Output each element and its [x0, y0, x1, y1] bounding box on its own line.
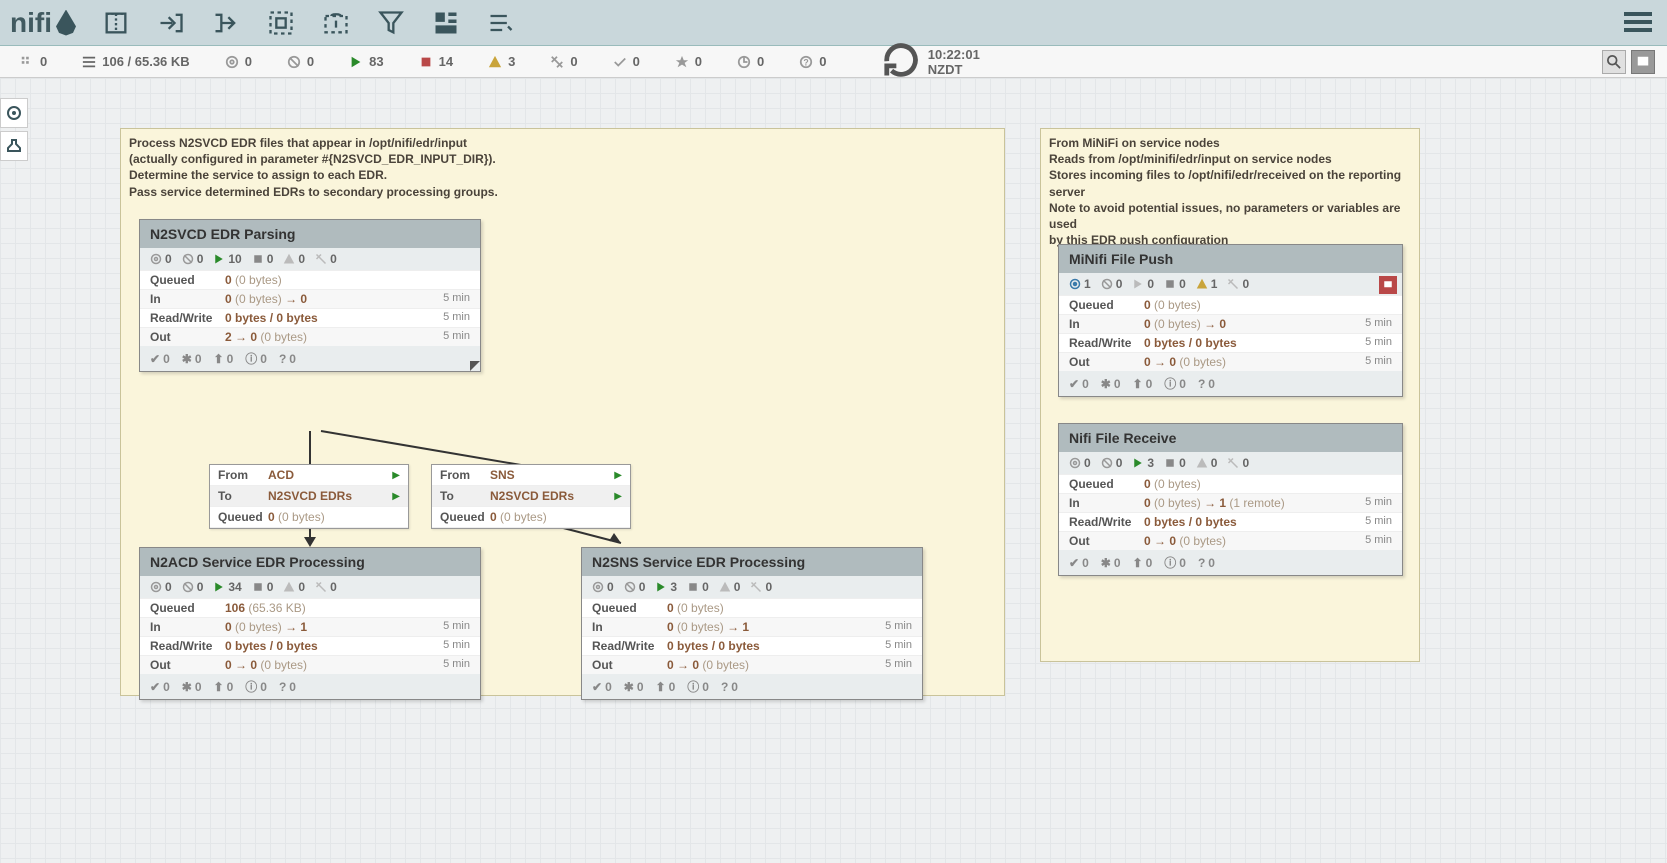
stopped-count: 14 — [419, 54, 453, 69]
bulletin-button[interactable] — [1631, 50, 1655, 74]
add-processor-icon[interactable] — [101, 8, 131, 38]
arrow-head-icon — [304, 537, 316, 547]
add-process-group-icon[interactable] — [266, 8, 296, 38]
operate-button[interactable] — [0, 131, 28, 161]
connector-line — [309, 431, 311, 464]
process-group-footer: ✔ 0 ✱ 0 ⬆ 0 ⓘ 0 ? 0 — [140, 346, 480, 371]
process-group-title: N2ACD Service EDR Processing — [140, 548, 480, 576]
search-button[interactable] — [1602, 50, 1626, 74]
stale-count: 0 — [737, 54, 764, 69]
process-group-title: N2SVCD EDR Parsing — [140, 220, 480, 248]
process-group-body: Queued0 (0 bytes) In0 (0 bytes) → 05 min… — [140, 270, 480, 346]
add-template-icon[interactable] — [431, 8, 461, 38]
running-count: 83 — [349, 54, 383, 69]
resize-handle-icon[interactable] — [470, 361, 480, 371]
component-toolbar: nifi — [0, 0, 1667, 46]
not-transmitting-count: 0 — [287, 54, 314, 69]
play-icon: ▶ — [392, 491, 400, 502]
process-group-status-row: 0 0 10 0 0 0 — [140, 248, 480, 270]
nifi-logo: nifi — [10, 7, 76, 39]
total-queued: 106 / 65.36 KB — [82, 54, 189, 69]
flow-canvas[interactable]: Process N2SVCD EDR files that appear in … — [0, 78, 1667, 863]
process-group-body: Queued0 (0 bytes) In0 (0 bytes) → 05 min… — [1059, 295, 1402, 371]
process-group-minifi-push[interactable]: MiNifi File Push 1 0 0 0 1 0 Queued0 (0 … — [1058, 244, 1403, 397]
process-group-body: Queued106 (65.36 KB) In0 (0 bytes) → 15 … — [140, 598, 480, 674]
bulletin-indicator-icon[interactable] — [1379, 276, 1397, 294]
process-group-n2svcd-parsing[interactable]: N2SVCD EDR Parsing 0 0 10 0 0 0 Queued0 … — [139, 219, 481, 372]
add-funnel-icon[interactable] — [376, 8, 406, 38]
connection-acd[interactable]: FromACD▶ ToN2SVCD EDRs▶ Queued0 (0 bytes… — [209, 464, 409, 529]
process-group-title: MiNifi File Push — [1059, 245, 1402, 273]
process-group-footer: ✔ 0 ✱ 0 ⬆ 0 ⓘ 0 ? 0 — [1059, 550, 1402, 575]
process-group-status-row: 0 0 3 0 0 0 — [582, 576, 922, 598]
connection-sns[interactable]: FromSNS▶ ToN2SVCD EDRs▶ Queued0 (0 bytes… — [431, 464, 631, 529]
process-group-title: Nifi File Receive — [1059, 424, 1402, 452]
flow-status-bar: 0 106 / 65.36 KB 0 0 83 14 3 0 0 0 0 ?0 … — [0, 46, 1667, 78]
add-remote-process-group-icon[interactable] — [321, 8, 351, 38]
add-output-port-icon[interactable] — [211, 8, 241, 38]
play-icon: ▶ — [614, 491, 622, 502]
up-to-date-count: 0 — [613, 54, 640, 69]
operate-palette — [0, 98, 28, 164]
process-group-nifi-receive[interactable]: Nifi File Receive 0 0 3 0 0 0 Queued0 (0… — [1058, 423, 1403, 576]
process-group-body: Queued0 (0 bytes) In0 (0 bytes) → 1 (1 r… — [1059, 474, 1402, 550]
right-group-description: From MiNiFi on service nodes Reads from … — [1041, 129, 1419, 254]
left-group-description: Process N2SVCD EDR files that appear in … — [121, 129, 1004, 206]
play-icon: ▶ — [392, 470, 400, 481]
process-group-n2acd[interactable]: N2ACD Service EDR Processing 0 0 34 0 0 … — [139, 547, 481, 700]
process-group-body: Queued0 (0 bytes) In0 (0 bytes) → 15 min… — [582, 598, 922, 674]
drop-icon — [56, 10, 76, 36]
sync-failure-count: ?0 — [799, 54, 826, 69]
process-group-footer: ✔ 0 ✱ 0 ⬆ 0 ⓘ 0 ? 0 — [582, 674, 922, 699]
active-threads: 0 — [20, 54, 47, 69]
process-group-footer: ✔ 0 ✱ 0 ⬆ 0 ⓘ 0 ? 0 — [1059, 371, 1402, 396]
disabled-count: 0 — [550, 54, 577, 69]
process-group-title: N2SNS Service EDR Processing — [582, 548, 922, 576]
add-input-port-icon[interactable] — [156, 8, 186, 38]
edr-processing-group-container[interactable]: Process N2SVCD EDR files that appear in … — [120, 128, 1005, 696]
process-group-status-row: 1 0 0 0 1 0 — [1059, 273, 1402, 295]
locally-modified-count: 0 — [675, 54, 702, 69]
process-group-status-row: 0 0 34 0 0 0 — [140, 576, 480, 598]
process-group-n2sns[interactable]: N2SNS Service EDR Processing 0 0 3 0 0 0… — [581, 547, 923, 700]
invalid-count: 3 — [488, 54, 515, 69]
svg-text:?: ? — [804, 57, 809, 67]
play-icon: ▶ — [614, 470, 622, 481]
process-group-footer: ✔ 0 ✱ 0 ⬆ 0 ⓘ 0 ? 0 — [140, 674, 480, 699]
global-menu-button[interactable] — [1624, 8, 1652, 36]
last-refresh-time: 10:22:01 NZDT — [882, 42, 980, 80]
transmitting-count: 0 — [225, 54, 252, 69]
minifi-group-container[interactable]: From MiNiFi on service nodes Reads from … — [1040, 128, 1420, 662]
connector-line — [321, 429, 571, 469]
navigate-button[interactable] — [0, 98, 28, 128]
add-label-icon[interactable] — [486, 8, 516, 38]
process-group-status-row: 0 0 3 0 0 0 — [1059, 452, 1402, 474]
